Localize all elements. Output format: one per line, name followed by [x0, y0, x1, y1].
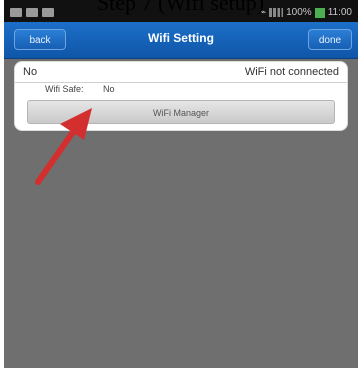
wifi-safe-row: Wifi Safe: No	[15, 82, 347, 96]
wifi-status-row: No WiFi not connected	[15, 62, 347, 83]
page-title: Wifi Setting	[148, 31, 214, 45]
wifi-safe-value: No	[103, 84, 115, 94]
screenshot-root: Step 7 (Wifi setup) ⌁ 100% 11:00 back Wi…	[0, 0, 361, 368]
wifi-connection-status: WiFi not connected	[244, 66, 339, 78]
navigation-bar: back Wifi Setting done	[4, 22, 358, 59]
step-caption: Step 7 (Wifi setup)	[96, 0, 265, 15]
phone-screen: ⌁ 100% 11:00 back Wifi Setting done No W…	[4, 0, 358, 368]
done-button[interactable]: done	[308, 29, 352, 50]
back-button[interactable]: back	[14, 29, 66, 50]
annotation-arrow-icon	[35, 108, 92, 185]
wifi-ssid: No	[23, 66, 38, 78]
wifi-safe-label: Wifi Safe:	[45, 84, 84, 94]
